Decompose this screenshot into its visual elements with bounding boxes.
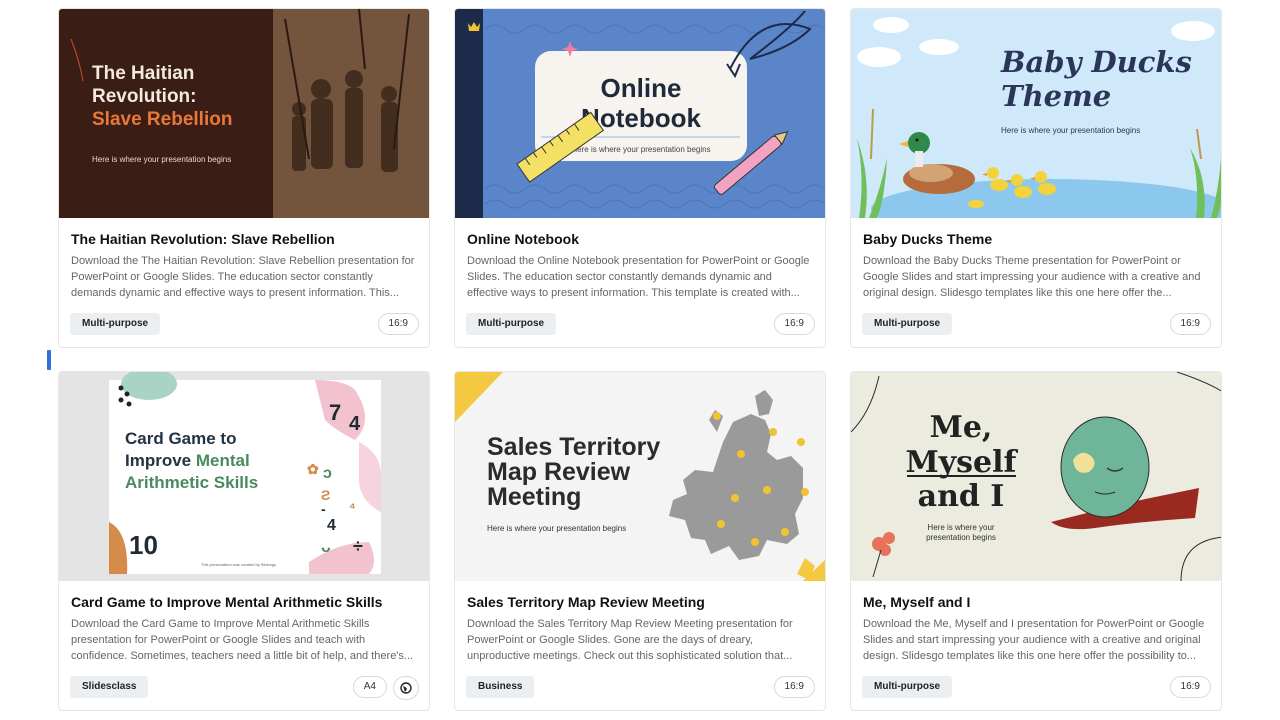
thumb-title-line: Meeting [487, 483, 581, 511]
aspect-ratio-badge: 16:9 [1169, 676, 1211, 698]
card-description: Download the Baby Ducks Theme presentati… [863, 255, 1201, 299]
aspect-ratio-badge: A4 [352, 676, 387, 698]
card-description: Download the Me, Myself and I presentati… [863, 618, 1205, 662]
thumb-title-line: Myself [906, 445, 1019, 480]
svg-text:ↄ: ↄ [323, 465, 332, 482]
category-tag[interactable]: Multi-purpose [70, 313, 161, 335]
thumb-title-line: The Haitian [92, 63, 194, 84]
thumb-subtitle: Here is where your [927, 523, 994, 532]
thumb-title-line: Me, [930, 410, 993, 445]
card-thumbnail[interactable]: Sales Territory Map Review Meeting Here … [455, 372, 825, 581]
thumb-title-line: Slave Rebellion [92, 109, 232, 130]
svg-text:÷: ÷ [353, 536, 363, 556]
category-tag[interactable]: Multi-purpose [862, 676, 953, 698]
card-thumbnail[interactable]: Card Game to Improve Mental Arithmetic S… [59, 372, 429, 581]
template-card[interactable]: Card Game to Improve Mental Arithmetic S… [58, 371, 430, 711]
svg-text:✿: ✿ [307, 461, 319, 477]
thumb-title-line: Revolution: [92, 86, 197, 107]
thumb-title-line: Baby Ducks [1000, 45, 1192, 79]
card-description: Download the Online Notebook presentatio… [467, 255, 810, 299]
card-thumbnail[interactable]: Baby Ducks Theme Here is where your pres… [851, 9, 1221, 218]
card-title[interactable]: Baby Ducks Theme [863, 231, 1213, 247]
category-tag[interactable]: Multi-purpose [862, 313, 953, 335]
card-thumbnail[interactable]: Me, Myself and I Here is where your pres… [851, 372, 1221, 581]
thumb-subtitle: Here is where your presentation begins [487, 524, 626, 533]
svg-text:4: 4 [327, 517, 336, 534]
card-title[interactable]: Me, Myself and I [863, 594, 1213, 610]
template-grid: The Haitian Revolution: Slave Rebellion … [58, 8, 1222, 720]
thumb-title-line: Online [601, 73, 682, 103]
thumb-title-line: Theme [1001, 79, 1111, 113]
svg-text:-: - [321, 501, 326, 517]
category-tag[interactable]: Slidesclass [70, 676, 149, 698]
thumb-subtitle: presentation begins [926, 533, 996, 542]
thumb-title-line: and I [918, 479, 1005, 514]
card-thumbnail[interactable]: The Haitian Revolution: Slave Rebellion … [59, 9, 429, 218]
thumb-number: 10 [129, 530, 158, 560]
thumb-title-line: Improve [125, 451, 196, 470]
card-title[interactable]: The Haitian Revolution: Slave Rebellion [71, 231, 421, 247]
thumb-subtitle: Here is where your presentation begins [1001, 126, 1140, 135]
svg-text:ᴗ: ᴗ [321, 539, 331, 556]
template-card[interactable]: Sales Territory Map Review Meeting Here … [454, 371, 826, 711]
category-tag[interactable]: Multi-purpose [466, 313, 557, 335]
aspect-ratio-badge: 16:9 [773, 676, 815, 698]
svg-text:7: 7 [329, 400, 341, 425]
thumb-title-line: Sales Territory [487, 433, 660, 461]
aspect-ratio-badge: 16:9 [377, 313, 419, 335]
globe-icon[interactable] [393, 676, 419, 700]
template-card[interactable]: Me, Myself and I Here is where your pres… [850, 371, 1222, 711]
card-description: Download the Card Game to Improve Mental… [71, 618, 414, 662]
category-tag[interactable]: Business [466, 676, 535, 698]
thumb-subtitle: Here is where your presentation begins [92, 155, 231, 164]
thumb-title-line: Arithmetic Skills [125, 473, 258, 492]
card-description: Download the Sales Territory Map Review … [467, 618, 793, 662]
template-card[interactable]: Baby Ducks Theme Here is where your pres… [850, 8, 1222, 348]
thumb-subtitle: Here is where your presentation begins [571, 145, 710, 154]
thumb-title-line: Map Review [487, 458, 631, 486]
scroll-position-marker [47, 350, 51, 370]
aspect-ratio-badge: 16:9 [1169, 313, 1211, 335]
aspect-ratio-badge: 16:9 [773, 313, 815, 335]
template-card[interactable]: Online Notebook Here is where your prese… [454, 8, 826, 348]
thumb-title-highlight: Mental [196, 451, 250, 470]
thumb-title-line: Card Game to [125, 429, 236, 448]
template-card[interactable]: The Haitian Revolution: Slave Rebellion … [58, 8, 430, 348]
svg-text:₄: ₄ [349, 495, 356, 511]
card-thumbnail[interactable]: Online Notebook Here is where your prese… [455, 9, 825, 218]
thumb-footer: This presentation was created by Slidesg… [201, 562, 277, 567]
card-description: Download the The Haitian Revolution: Sla… [71, 255, 415, 299]
card-title[interactable]: Card Game to Improve Mental Arithmetic S… [71, 594, 421, 610]
svg-text:4: 4 [349, 413, 361, 435]
card-title[interactable]: Sales Territory Map Review Meeting [467, 594, 817, 610]
card-title[interactable]: Online Notebook [467, 231, 817, 247]
svg-text:Improve Mental: Improve Mental [125, 451, 250, 470]
